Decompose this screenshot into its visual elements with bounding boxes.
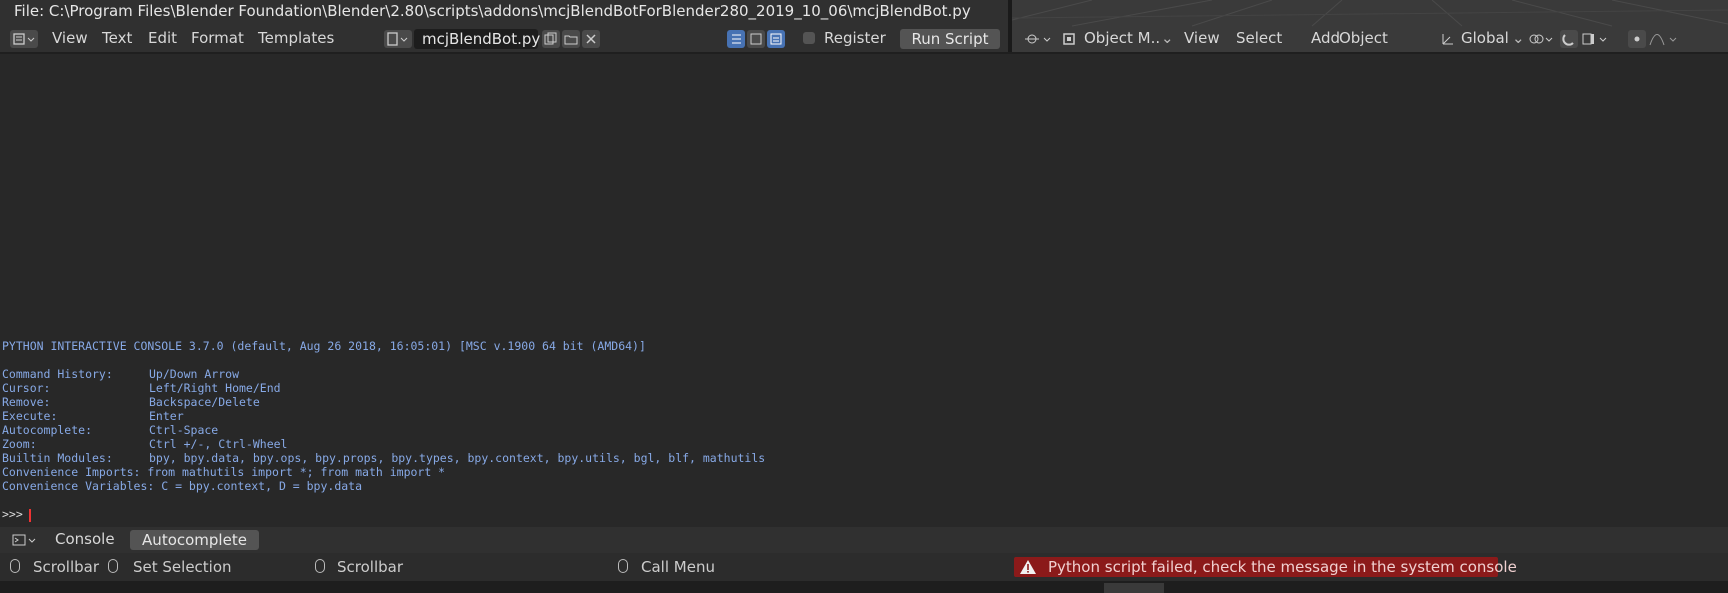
text-editor-header: View Text Edit Format Templates mcjBlend… (0, 26, 1008, 52)
transform-orientation-icon (1439, 30, 1457, 48)
window-bottom-strip (0, 581, 1728, 593)
viewport-menu-add[interactable]: Add (1311, 29, 1340, 47)
python-console[interactable]: PYTHON INTERACTIVE CONSOLE 3.7.0 (defaul… (0, 54, 1728, 526)
console-imports-line: Convenience Imports: from mathutils impo… (2, 465, 446, 479)
status-middle-mouse: Set Selection (133, 558, 232, 576)
menu-view[interactable]: View (52, 29, 88, 47)
mouse-right-icon (315, 559, 325, 573)
console-help-row: Command History: Up/Down Arrow (2, 367, 240, 381)
object-mode-dropdown[interactable]: Object M.. (1084, 29, 1160, 47)
duplicate-icon[interactable] (542, 30, 560, 48)
register-label: Register (824, 29, 886, 47)
word-wrap-icon[interactable] (747, 30, 765, 48)
console-header: Console Autocomplete (0, 527, 1728, 553)
text-cursor (29, 509, 31, 522)
text-browse-icon[interactable] (384, 30, 412, 48)
console-help-row: Autocomplete: Ctrl-Space (2, 423, 219, 437)
status-right-mouse: Scrollbar (337, 558, 403, 576)
open-folder-icon[interactable] (562, 30, 580, 48)
status-bar: Scrollbar Set Selection Scrollbar Call M… (0, 553, 1728, 581)
chevron-down-icon: ⌄ (1161, 29, 1174, 47)
status-call-menu: Call Menu (641, 558, 715, 576)
syntax-highlight-icon[interactable] (767, 30, 785, 48)
console-menu[interactable]: Console (55, 530, 115, 548)
console-help-row: Execute: Enter (2, 409, 184, 423)
viewport-menu-select[interactable]: Select (1236, 29, 1282, 47)
viewport-menu-object[interactable]: Object (1339, 29, 1388, 47)
console-help-row: Remove: Backspace/Delete (2, 395, 260, 409)
console-banner: PYTHON INTERACTIVE CONSOLE 3.7.0 (defaul… (2, 339, 646, 353)
scroll-handle[interactable] (1104, 583, 1164, 593)
file-path-title: File: C:\Program Files\Blender Foundatio… (14, 2, 971, 20)
mouse-middle-icon (108, 559, 118, 573)
proportional-editing-icon[interactable] (1628, 30, 1646, 48)
falloff-icon[interactable] (1648, 30, 1684, 48)
menu-edit[interactable]: Edit (148, 29, 177, 47)
error-report-badge[interactable]: Python script failed, check the message … (1014, 557, 1517, 577)
run-script-button[interactable]: Run Script (900, 29, 1000, 49)
console-prompt: >>> (2, 507, 23, 521)
console-help-row: Cursor: Left/Right Home/End (2, 381, 281, 395)
error-message: Python script failed, check the message … (1048, 558, 1517, 576)
snap-icon[interactable] (1560, 30, 1578, 48)
line-numbers-icon[interactable] (727, 30, 745, 48)
viewport-menu-view[interactable]: View (1184, 29, 1220, 47)
chevron-down-icon: ⌄ (1512, 29, 1525, 47)
menu-templates[interactable]: Templates (258, 29, 334, 47)
console-help-row: Builtin Modules: bpy, bpy.data, bpy.ops, … (2, 451, 766, 465)
console-help-row: Zoom: Ctrl +/-, Ctrl-Wheel (2, 437, 288, 451)
transform-orientation-dropdown[interactable]: Global (1461, 29, 1509, 47)
close-icon[interactable] (582, 30, 600, 48)
mouse-left-icon (10, 559, 20, 573)
console-variables-line: Convenience Variables: C = bpy.context, … (2, 479, 363, 493)
text-filename-field[interactable]: mcjBlendBot.py (414, 29, 540, 49)
status-left-mouse: Scrollbar (33, 558, 99, 576)
menu-text[interactable]: Text (102, 29, 132, 47)
pivot-point-icon[interactable] (1526, 30, 1556, 48)
register-checkbox[interactable] (803, 32, 815, 44)
editor-type-icon[interactable] (1022, 30, 1054, 48)
mouse-icon (618, 559, 628, 573)
warning-icon (1020, 560, 1036, 574)
menu-format[interactable]: Format (191, 29, 244, 47)
object-mode-icon[interactable] (1060, 30, 1078, 48)
editor-type-icon[interactable] (10, 30, 38, 48)
snap-target-icon[interactable] (1580, 30, 1610, 48)
console-editor-type-icon[interactable] (10, 531, 38, 549)
3d-viewport-header: Object M.. ⌄ View Select Add Object Glob… (1012, 26, 1728, 52)
autocomplete-button[interactable]: Autocomplete (130, 530, 259, 550)
